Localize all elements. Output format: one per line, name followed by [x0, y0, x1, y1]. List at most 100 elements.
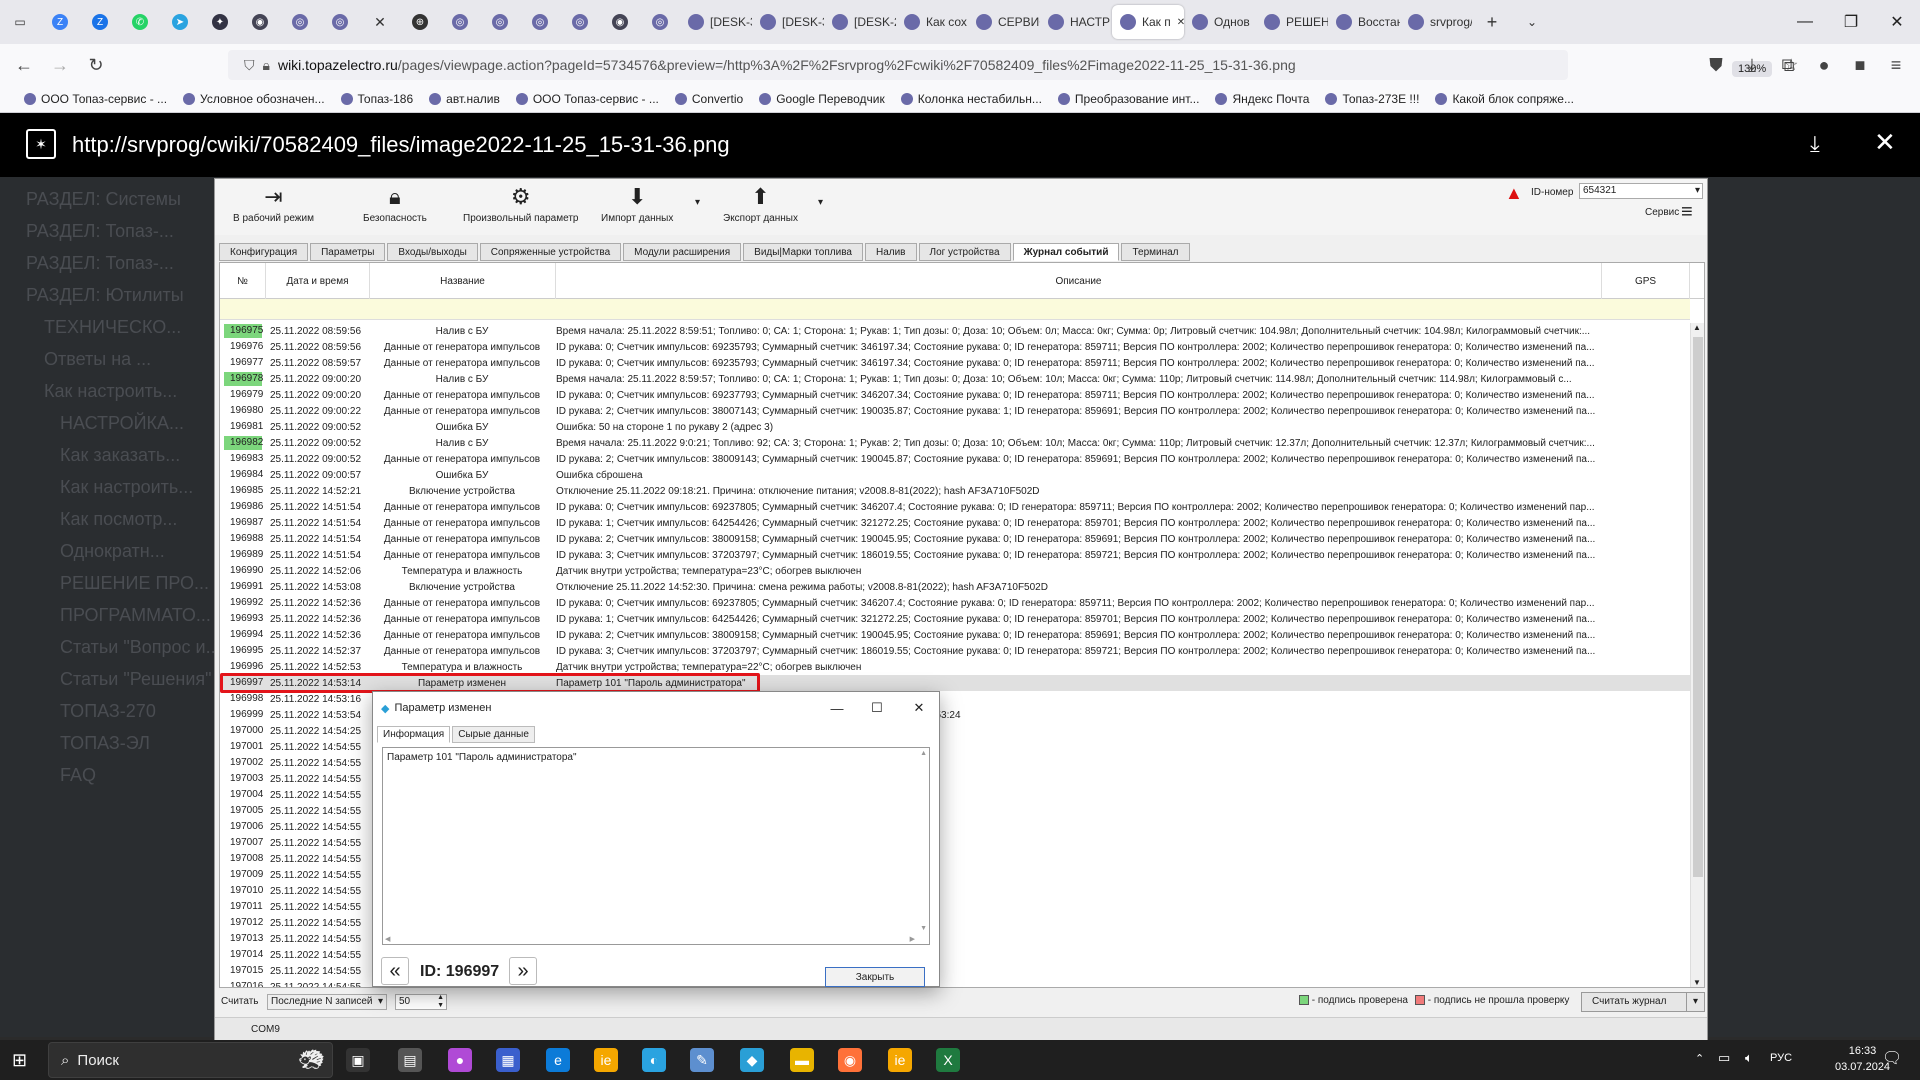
close-dialog-button[interactable]: Закрыть	[825, 967, 925, 987]
pinned-tab-globe[interactable]: ⊕	[400, 5, 440, 39]
pinned-tab[interactable]: ◎	[480, 5, 520, 39]
app-icon[interactable]: ie	[888, 1048, 912, 1072]
shield-icon[interactable]: ⛉	[244, 57, 255, 74]
file-explorer-icon[interactable]: ▬	[790, 1048, 814, 1072]
scrollbar-thumb[interactable]	[1693, 337, 1703, 877]
app-tab[interactable]: Терминал	[1121, 243, 1190, 261]
bookmark-item[interactable]: Какой блок сопряже...	[1427, 92, 1582, 106]
table-row[interactable]: 196995 25.11.2022 14:52:37 Данные от генер…	[220, 643, 1690, 659]
col-header-datetime[interactable]: Дата и время	[266, 263, 370, 299]
downloads-icon[interactable]: ⤓	[1734, 49, 1770, 81]
filter-row[interactable]	[220, 299, 1690, 320]
vertical-scrollbar[interactable]: ▲ ▼	[1690, 323, 1704, 987]
id-number-select[interactable]: 654321 ▾	[1579, 183, 1703, 199]
browser-tab[interactable]: Восстан	[1328, 5, 1400, 39]
import-data-button[interactable]: ⬇ Импорт данных	[601, 183, 673, 224]
close-window-button[interactable]: ✕	[1874, 0, 1920, 44]
pinned-tab-whatsapp[interactable]: ✆	[120, 5, 160, 39]
browser-tab[interactable]: НАСТР	[1040, 5, 1112, 39]
table-row[interactable]: 196987 25.11.2022 14:51:54 Данные от генер…	[220, 515, 1690, 531]
table-row[interactable]: 196977 25.11.2022 08:59:57 Данные от генер…	[220, 355, 1690, 371]
extensions-icon[interactable]: ⧉	[1770, 49, 1806, 81]
close-tab-icon[interactable]: ✕	[1177, 17, 1184, 28]
app-tab[interactable]: Сопряженные устройства	[479, 243, 622, 261]
browser-tab[interactable]: Как п ✕	[1112, 5, 1184, 39]
task-view-icon[interactable]: ▣	[346, 1048, 370, 1072]
browser-tab[interactable]: [DESK-3	[680, 5, 752, 39]
prev-record-button[interactable]: «	[381, 957, 409, 985]
bookmark-item[interactable]: Топаз-273Е !!!	[1317, 92, 1427, 106]
minimize-button[interactable]: —	[1782, 0, 1828, 44]
bookmark-item[interactable]: Яндекс Почта	[1207, 92, 1317, 106]
app-tab[interactable]: Параметры	[310, 243, 386, 261]
table-row[interactable]: 196978 25.11.2022 09:00:20 Налив с БУ Время…	[220, 371, 1690, 387]
network-icon[interactable]: ▭	[1718, 1050, 1730, 1066]
work-mode-button[interactable]: ⇥ В рабочий режим	[233, 183, 314, 224]
calculator-icon[interactable]: ▦	[496, 1048, 520, 1072]
pinned-tab-telegram[interactable]: ➤	[160, 5, 200, 39]
dialog-textarea[interactable]: Параметр 101 "Пароль администратора" ▲ ▼…	[382, 747, 930, 945]
volume-icon[interactable]: 🔈︎	[1745, 1050, 1753, 1066]
table-row[interactable]: 196983 25.11.2022 09:00:52 Данные от генер…	[220, 451, 1690, 467]
pinned-tab[interactable]: ◎	[320, 5, 360, 39]
table-row[interactable]: 196991 25.11.2022 14:53:08 Включение устро…	[220, 579, 1690, 595]
gem-app-icon[interactable]: ◆	[740, 1048, 764, 1072]
browser-tab[interactable]: Однов	[1184, 5, 1256, 39]
tab-information[interactable]: Информация	[377, 726, 451, 743]
record-count-spinner[interactable]: 50 ▲ ▼	[395, 994, 447, 1010]
table-row[interactable]: 196988 25.11.2022 14:51:54 Данные от генер…	[220, 531, 1690, 547]
browser-tab[interactable]: СЕРВИС	[968, 5, 1040, 39]
scroll-down-icon[interactable]: ▼	[920, 925, 927, 932]
custom-parameter-button[interactable]: ⚙ Произвольный параметр	[463, 183, 579, 224]
browser-icon[interactable]: ◐	[642, 1048, 666, 1072]
pinned-tab[interactable]: ✦	[200, 5, 240, 39]
bookmark-item[interactable]: Колонка нестабильн...	[893, 92, 1050, 106]
read-mode-select[interactable]: Последние N записей ▾	[267, 994, 387, 1010]
tab-list-dropdown-icon[interactable]: ⌄	[1512, 5, 1552, 39]
back-button[interactable]: ←	[6, 49, 42, 81]
language-indicator[interactable]: РУС	[1770, 1052, 1792, 1064]
scroll-right-icon[interactable]: ▶	[910, 935, 915, 943]
table-row[interactable]: 196985 25.11.2022 14:52:21 Включение устро…	[220, 483, 1690, 499]
next-record-button[interactable]: »	[509, 957, 537, 985]
download-icon[interactable]: ⤓	[1810, 131, 1820, 157]
app-tab[interactable]: Виды|Марки топлива	[743, 243, 863, 261]
export-data-button[interactable]: ⬆ Экспорт данных	[723, 183, 798, 224]
notifications-icon[interactable]: 🗨︎	[1882, 1048, 1902, 1068]
browser-tab[interactable]: [DESK-3	[752, 5, 824, 39]
browser-tab[interactable]: Как сох	[896, 5, 968, 39]
table-row[interactable]: 196992 25.11.2022 14:52:36 Данные от генер…	[220, 595, 1690, 611]
scroll-up-icon[interactable]: ▲	[1693, 323, 1701, 332]
pinned-tab[interactable]: ◎	[520, 5, 560, 39]
close-viewer-icon[interactable]: ✕	[1874, 127, 1896, 158]
table-row[interactable]: 196975 25.11.2022 08:59:56 Налив с БУ Время…	[220, 323, 1690, 339]
browser-tab[interactable]: srvprog/	[1400, 5, 1472, 39]
app-icon[interactable]: ●	[448, 1048, 472, 1072]
table-row[interactable]: 196989 25.11.2022 14:51:54 Данные от генер…	[220, 547, 1690, 563]
scroll-left-icon[interactable]: ◀	[385, 935, 390, 943]
menu-icon[interactable]: ≡	[1878, 49, 1914, 81]
app-tab[interactable]: Модули расширения	[623, 243, 742, 261]
table-row[interactable]: 196981 25.11.2022 09:00:52 Ошибка БУ Ошибка…	[220, 419, 1690, 435]
pinned-tab[interactable]: ◉	[600, 5, 640, 39]
app-tab[interactable]: Конфигурация	[219, 243, 309, 261]
tray-chevron-icon[interactable]: ⌃	[1695, 1052, 1704, 1065]
pinned-tab[interactable]: ◎	[440, 5, 480, 39]
app-icon[interactable]: ▤	[398, 1048, 422, 1072]
pinned-tab[interactable]: Z	[40, 5, 80, 39]
new-tab-button[interactable]: +	[1472, 5, 1512, 39]
edge-icon[interactable]: e	[546, 1048, 570, 1072]
app-tab[interactable]: Входы/выходы	[387, 243, 478, 261]
app-tab[interactable]: Журнал событий	[1012, 243, 1120, 261]
tab-overview-icon[interactable]: ▭	[0, 5, 40, 39]
col-header-gps[interactable]: GPS	[1602, 263, 1690, 299]
restore-button[interactable]: ❐	[1828, 0, 1874, 44]
table-row[interactable]: 196980 25.11.2022 09:00:22 Данные от генер…	[220, 403, 1690, 419]
bookmark-item[interactable]: ООО Топаз-сервис - ...	[508, 92, 667, 106]
address-bar[interactable]: ⛉ 🔒︎ wiki.topazelectro.ru/pages/viewpage…	[228, 50, 1798, 80]
col-header-description[interactable]: Описание	[556, 263, 1602, 299]
chevron-down-icon[interactable]: ▾	[1686, 993, 1704, 1011]
spinner-arrows-icon[interactable]: ▲ ▼	[437, 994, 444, 1010]
pocket-icon[interactable]: ⛊	[1698, 49, 1734, 81]
scroll-down-icon[interactable]: ▼	[1693, 978, 1701, 987]
